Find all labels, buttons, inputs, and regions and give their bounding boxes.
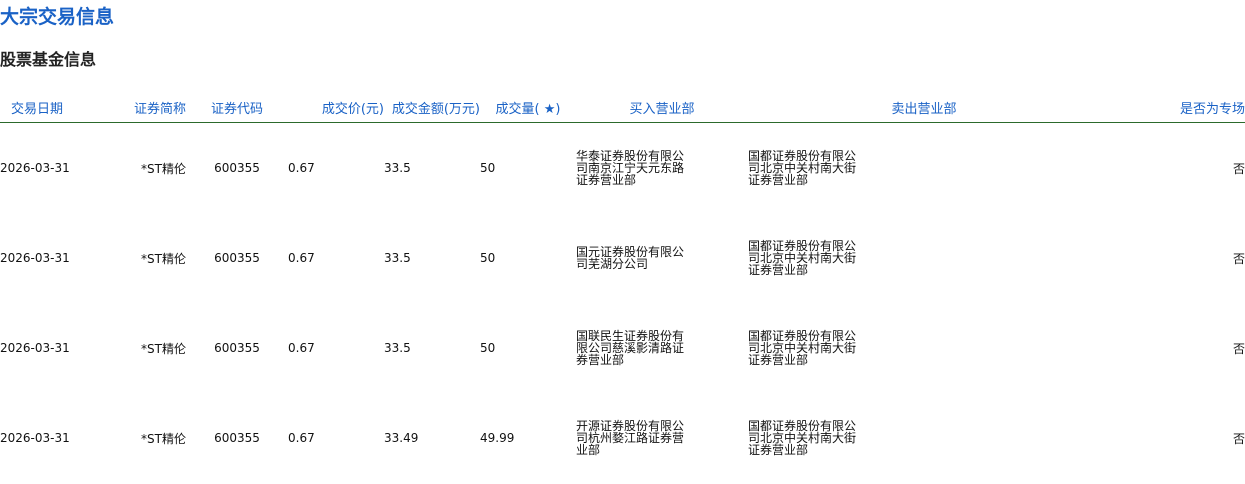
page-title: 大宗交易信息 [0, 6, 115, 28]
cell-seller: 国都证券股份有限公司北京中关村南大街证券营业部 [748, 123, 1100, 214]
column-header-seller[interactable]: 卖出营业部 [748, 92, 1100, 123]
cell-name: *ST精伦 [141, 251, 186, 266]
cell-code: 600355 [214, 251, 260, 265]
seller-office-name: 国都证券股份有限公司北京中关村南大街证券营业部 [748, 239, 857, 277]
cell-name: *ST精伦 [141, 431, 186, 446]
column-header-buyer[interactable]: 买入营业部 [576, 92, 748, 123]
cell-volume: 50 [480, 251, 496, 265]
seller-office-name: 国都证券股份有限公司北京中关村南大街证券营业部 [748, 419, 857, 457]
cell-amount: 33.5 [384, 341, 411, 355]
column-header-volume[interactable]: 成交量( ★) [480, 92, 576, 123]
cell-buyer: 华泰证券股份有限公司南京江宁天元东路证券营业部 [576, 123, 748, 214]
cell-seller: 国都证券股份有限公司北京中关村南大街证券营业部 [748, 213, 1100, 303]
column-header-price[interactable]: 成交价(元) [288, 92, 384, 123]
cell-price: 0.67 [288, 251, 315, 265]
section-title: 股票基金信息 [0, 50, 97, 69]
cell-code: 600355 [214, 161, 260, 175]
buyer-office-name: 开源证券股份有限公司杭州婺江路证券营业部 [576, 419, 685, 457]
column-header-date[interactable]: 交易日期 [0, 92, 74, 123]
block-trade-page: 大宗交易信息 股票基金信息 交易日期 证券简称 证券代码 成交价(元) 成交金额… [0, 0, 1245, 484]
table-row: 2026-03-31 *ST精伦 600355 0.67 33.5 50 国联民… [0, 303, 1245, 393]
cell-price: 0.67 [288, 431, 315, 445]
cell-name: *ST精伦 [141, 341, 186, 356]
cell-date: 2026-03-31 [0, 161, 70, 175]
cell-amount: 33.49 [384, 431, 419, 445]
buyer-office-name: 国元证券股份有限公司芜湖分公司 [576, 245, 685, 271]
table-row: 2026-03-31 *ST精伦 600355 0.67 33.49 49.99… [0, 393, 1245, 483]
cell-code: 600355 [214, 431, 260, 445]
cell-seller: 国都证券股份有限公司北京中关村南大街证券营业部 [748, 303, 1100, 393]
table-body: 2026-03-31 *ST精伦 600355 0.67 33.5 50 华泰证… [0, 123, 1245, 484]
table-row: 2026-03-31 *ST精伦 600355 0.67 33.5 50 华泰证… [0, 123, 1245, 214]
cell-volume: 50 [480, 161, 496, 175]
cell-flag: 否 [1232, 161, 1245, 176]
cell-date: 2026-03-31 [0, 341, 70, 355]
cell-name: *ST精伦 [141, 161, 186, 176]
column-header-name[interactable]: 证券简称 [74, 92, 186, 123]
cell-flag: 否 [1232, 431, 1245, 446]
cell-flag: 否 [1232, 251, 1245, 266]
seller-office-name: 国都证券股份有限公司北京中关村南大街证券营业部 [748, 329, 857, 367]
column-header-flag[interactable]: 是否为专场 [1100, 92, 1245, 123]
cell-buyer: 国联民生证券股份有限公司慈溪影清路证券营业部 [576, 303, 748, 393]
seller-office-name: 国都证券股份有限公司北京中关村南大街证券营业部 [748, 149, 857, 187]
column-header-amount[interactable]: 成交金额(万元) [384, 92, 480, 123]
cell-code: 600355 [214, 341, 260, 355]
table-header-row: 交易日期 证券简称 证券代码 成交价(元) 成交金额(万元) 成交量( ★) 买… [0, 92, 1245, 123]
cell-date: 2026-03-31 [0, 431, 70, 445]
cell-volume: 50 [480, 341, 496, 355]
cell-flag: 否 [1232, 341, 1245, 356]
cell-seller: 国都证券股份有限公司北京中关村南大街证券营业部 [748, 393, 1100, 483]
cell-amount: 33.5 [384, 251, 411, 265]
cell-volume: 49.99 [480, 431, 515, 445]
block-trade-table: 交易日期 证券简称 证券代码 成交价(元) 成交金额(万元) 成交量( ★) 买… [0, 92, 1245, 483]
cell-date: 2026-03-31 [0, 251, 70, 265]
column-header-code[interactable]: 证券代码 [186, 92, 288, 123]
table-header: 交易日期 证券简称 证券代码 成交价(元) 成交金额(万元) 成交量( ★) 买… [0, 92, 1245, 123]
buyer-office-name: 华泰证券股份有限公司南京江宁天元东路证券营业部 [576, 149, 685, 187]
cell-buyer: 开源证券股份有限公司杭州婺江路证券营业部 [576, 393, 748, 483]
cell-price: 0.67 [288, 161, 315, 175]
buyer-office-name: 国联民生证券股份有限公司慈溪影清路证券营业部 [576, 329, 685, 367]
cell-price: 0.67 [288, 341, 315, 355]
table-row: 2026-03-31 *ST精伦 600355 0.67 33.5 50 国元证… [0, 213, 1245, 303]
cell-buyer: 国元证券股份有限公司芜湖分公司 [576, 213, 748, 303]
cell-amount: 33.5 [384, 161, 411, 175]
